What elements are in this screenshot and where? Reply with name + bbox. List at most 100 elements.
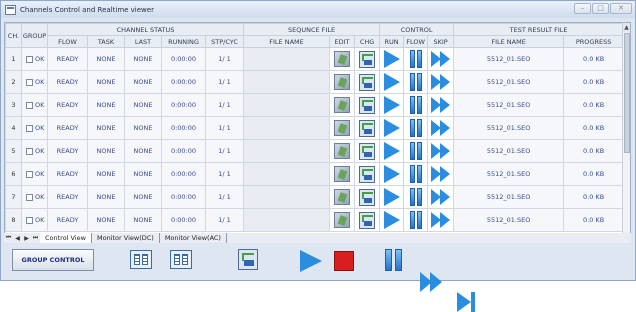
edit-sequence-icon[interactable] xyxy=(334,166,351,182)
group-checkbox[interactable] xyxy=(26,101,33,109)
group-checkbox[interactable] xyxy=(26,193,33,201)
flow-cell: READY xyxy=(47,93,88,117)
flow-cell: READY xyxy=(47,70,88,94)
last-cell: NONE xyxy=(124,93,162,117)
change-sequence-icon[interactable] xyxy=(359,119,376,137)
skip-cell xyxy=(427,162,455,186)
change-sequence-icon[interactable] xyxy=(359,96,376,114)
column-run: RUN xyxy=(379,35,405,48)
pause-icon[interactable] xyxy=(407,119,425,137)
group-cell: OK xyxy=(21,162,48,186)
edit-sequence-icon[interactable] xyxy=(334,120,351,136)
table-row: 3 OK READY NONE NONE 0:00:00 1/ 1 5512_01.SEO 0.… xyxy=(5,93,625,117)
skip-to-end-icon[interactable] xyxy=(455,292,477,312)
skip-icon[interactable] xyxy=(430,212,451,228)
group-checkbox[interactable] xyxy=(26,55,33,63)
tab-monitor-view-dc[interactable]: Monitor View(DC) xyxy=(92,233,160,243)
pause-icon[interactable] xyxy=(407,73,425,91)
tab-monitor-view-ac[interactable]: Monitor View(AC) xyxy=(160,233,227,243)
pause-icon[interactable] xyxy=(407,142,425,160)
skip-cell xyxy=(427,139,455,163)
channels-control-window: Channels Control and Realtime viewer – □… xyxy=(0,0,636,312)
skip-icon[interactable] xyxy=(430,51,451,67)
skip-all-icon[interactable] xyxy=(420,272,442,292)
group-status: OK xyxy=(35,101,45,109)
pause-icon[interactable] xyxy=(407,165,425,183)
flow-cell: READY xyxy=(47,162,88,186)
pause-all-icon[interactable] xyxy=(382,249,404,271)
column-result-file-name: FILE NAME xyxy=(453,35,565,48)
run-icon[interactable] xyxy=(383,119,400,137)
channel-number: 4 xyxy=(5,116,22,140)
skip-cell xyxy=(427,185,455,209)
scroll-thumb[interactable] xyxy=(624,33,630,153)
group-checkbox[interactable] xyxy=(26,78,33,86)
scroll-up-icon[interactable]: ▲ xyxy=(623,23,630,32)
close-button[interactable]: ✕ xyxy=(610,3,632,14)
pause-icon[interactable] xyxy=(407,50,425,68)
edit-sequence-icon[interactable] xyxy=(334,212,351,228)
change-sequence-icon[interactable] xyxy=(238,249,258,270)
group-checkbox[interactable] xyxy=(26,124,33,132)
run-all-icon[interactable] xyxy=(300,250,322,272)
column-skip: SKIP xyxy=(427,35,455,48)
pause-icon[interactable] xyxy=(407,96,425,114)
sequence-file-cell[interactable] xyxy=(243,116,331,140)
change-sequence-icon[interactable] xyxy=(359,50,376,68)
edit-sequence-icon[interactable] xyxy=(334,97,351,113)
edit-sequence-icon[interactable] xyxy=(334,143,351,159)
group-checkbox[interactable] xyxy=(26,170,33,178)
sequence-file-cell[interactable] xyxy=(243,70,331,94)
sequence-file-cell[interactable] xyxy=(243,47,331,71)
run-icon[interactable] xyxy=(383,73,400,91)
group-status: OK xyxy=(35,124,45,132)
run-icon[interactable] xyxy=(383,96,400,114)
edit-sequence-icon[interactable] xyxy=(334,189,351,205)
change-sequence-icon[interactable] xyxy=(359,211,376,229)
group-checkbox[interactable] xyxy=(26,147,33,155)
tab-control-view[interactable]: Control View xyxy=(40,233,92,243)
sequence-file-cell[interactable] xyxy=(243,208,331,232)
change-sequence-icon[interactable] xyxy=(359,188,376,206)
flow-control-cell xyxy=(403,70,429,94)
group-control-button[interactable]: GROUP CONTROL xyxy=(12,249,94,271)
run-icon[interactable] xyxy=(383,142,400,160)
list-view-alt-icon[interactable] xyxy=(170,250,192,269)
pause-icon[interactable] xyxy=(407,211,425,229)
list-view-icon[interactable] xyxy=(130,250,152,269)
sequence-file-cell[interactable] xyxy=(243,162,331,186)
skip-icon[interactable] xyxy=(430,189,451,205)
run-icon[interactable] xyxy=(383,50,400,68)
last-sheet-icon[interactable]: ⏭ xyxy=(31,234,40,242)
prev-sheet-icon[interactable]: ◀ xyxy=(13,235,22,242)
sequence-file-cell[interactable] xyxy=(243,93,331,117)
run-icon[interactable] xyxy=(383,188,400,206)
group-checkbox[interactable] xyxy=(26,216,33,224)
first-sheet-icon[interactable]: ⏮ xyxy=(4,234,13,242)
change-sequence-icon[interactable] xyxy=(359,165,376,183)
skip-icon[interactable] xyxy=(430,166,451,182)
sequence-file-cell[interactable] xyxy=(243,185,331,209)
stop-all-icon[interactable] xyxy=(334,251,354,271)
edit-sequence-icon[interactable] xyxy=(334,51,351,67)
run-icon[interactable] xyxy=(383,165,400,183)
skip-icon[interactable] xyxy=(430,97,451,113)
next-sheet-icon[interactable]: ▶ xyxy=(22,235,31,242)
result-file-cell: 5512_01.SEO xyxy=(453,162,565,186)
change-sequence-icon[interactable] xyxy=(359,73,376,91)
pause-icon[interactable] xyxy=(407,188,425,206)
vertical-scrollbar[interactable]: ▲ xyxy=(622,23,630,236)
table-row: 2 OK READY NONE NONE 0:00:00 1/ 1 5512_01.SEO 0.… xyxy=(5,70,625,94)
sequence-file-cell[interactable] xyxy=(243,139,331,163)
skip-icon[interactable] xyxy=(430,74,451,90)
maximize-button[interactable]: □ xyxy=(592,3,609,14)
table-row: 4 OK READY NONE NONE 0:00:00 1/ 1 5512_01.SEO 0.… xyxy=(5,116,625,140)
run-icon[interactable] xyxy=(383,211,400,229)
task-cell: NONE xyxy=(87,70,125,94)
minimize-button[interactable]: – xyxy=(574,3,591,14)
skip-icon[interactable] xyxy=(430,143,451,159)
group-cell: OK xyxy=(21,93,48,117)
skip-icon[interactable] xyxy=(430,120,451,136)
change-sequence-icon[interactable] xyxy=(359,142,376,160)
edit-sequence-icon[interactable] xyxy=(334,74,351,90)
